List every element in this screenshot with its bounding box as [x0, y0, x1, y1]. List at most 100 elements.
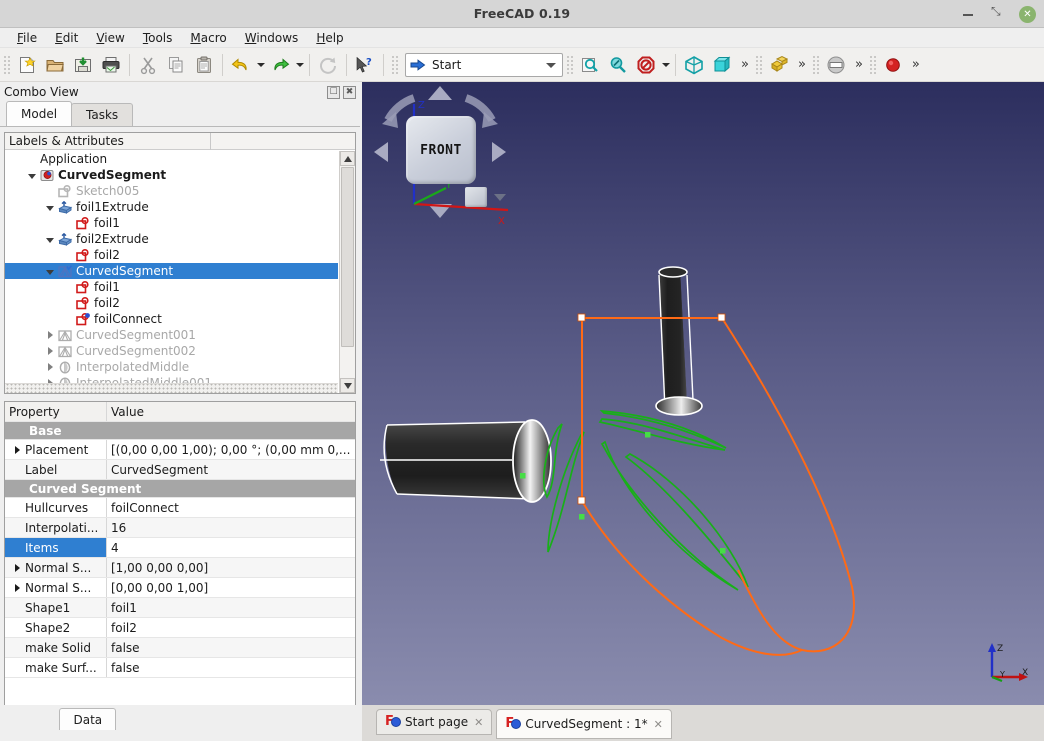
property-expand-icon[interactable] — [9, 563, 25, 572]
property-value-cell[interactable]: false — [107, 658, 355, 677]
property-row[interactable]: Placement [(0,00 0,00 1,00); 0,00 °; (0,0… — [5, 440, 355, 460]
menu-file[interactable]: File — [8, 29, 46, 47]
tree-item-sketch005[interactable]: Sketch005 — [5, 183, 338, 199]
tree-item-application[interactable]: Application — [5, 151, 338, 167]
property-row[interactable]: Items 4 — [5, 538, 355, 558]
undo-icon[interactable] — [228, 52, 254, 78]
tree-item-curvedsegment001[interactable]: CurvedSegment001 — [5, 327, 338, 343]
paste-icon[interactable] — [191, 52, 217, 78]
property-value-cell[interactable]: foil1 — [107, 598, 355, 617]
redo-icon[interactable] — [267, 52, 293, 78]
tree-item-curvedsegment002[interactable]: CurvedSegment002 — [5, 343, 338, 359]
print-icon[interactable] — [98, 52, 124, 78]
toolbar-overflow-icon[interactable]: » — [793, 57, 809, 72]
copy-icon[interactable] — [163, 52, 189, 78]
zoom-box-icon[interactable] — [605, 52, 631, 78]
property-row[interactable]: Hullcurves foilConnect — [5, 498, 355, 518]
property-value-cell[interactable]: CurvedSegment — [107, 460, 355, 479]
tab-data[interactable]: Data — [59, 708, 117, 730]
tree-item-curvedsegment[interactable]: CurvedSegment — [5, 263, 338, 279]
toolbar-overflow-icon[interactable]: » — [907, 57, 923, 72]
expand-collapse-right-icon[interactable] — [43, 328, 57, 342]
toolbar-grip[interactable] — [754, 53, 763, 76]
property-row[interactable]: make Solid false — [5, 638, 355, 658]
property-value-cell[interactable]: 16 — [107, 518, 355, 537]
property-row[interactable]: Label CurvedSegment — [5, 460, 355, 480]
toolbar-overflow-icon[interactable]: » — [850, 57, 866, 72]
tree-item-interpolatedmiddle[interactable]: InterpolatedMiddle — [5, 359, 338, 375]
undock-icon[interactable]: ☐ — [327, 85, 340, 99]
maximize-icon[interactable] — [989, 4, 1007, 23]
redo-dropdown-icon[interactable] — [294, 52, 305, 78]
property-value-cell[interactable]: 4 — [107, 538, 355, 557]
record-macro-icon[interactable] — [880, 52, 906, 78]
close-icon[interactable]: ✕ — [654, 718, 663, 731]
tree-item-foil1[interactable]: foil1 — [5, 215, 338, 231]
front-view-icon[interactable] — [709, 52, 735, 78]
new-document-icon[interactable] — [14, 52, 40, 78]
doc-tab-curvedsegment[interactable]: F CurvedSegment : 1* ✕ — [496, 709, 672, 739]
expand-collapse-right-icon[interactable] — [43, 344, 57, 358]
property-value-cell[interactable]: [(0,00 0,00 1,00); 0,00 °; (0,00 mm 0,..… — [107, 440, 355, 459]
toolbar-overflow-icon[interactable]: » — [736, 57, 752, 72]
chevron-down-icon[interactable] — [546, 62, 556, 68]
tree-resize-grip[interactable] — [5, 383, 338, 393]
menu-macro[interactable]: Macro — [181, 29, 235, 47]
property-value-cell[interactable]: false — [107, 638, 355, 657]
property-row[interactable]: Normal S... [1,00 0,00 0,00] — [5, 558, 355, 578]
menu-windows[interactable]: Windows — [236, 29, 308, 47]
expand-collapse-right-icon[interactable] — [43, 376, 57, 383]
close-icon[interactable] — [1019, 5, 1036, 23]
expand-collapse-down-icon[interactable] — [43, 264, 57, 278]
toolbar-grip[interactable] — [566, 53, 574, 76]
fit-all-icon[interactable] — [577, 52, 603, 78]
scroll-down-icon[interactable] — [340, 378, 355, 393]
tree-item-foil2[interactable]: foil2 — [5, 247, 338, 263]
menu-view[interactable]: View — [87, 29, 133, 47]
minimize-icon[interactable] — [959, 5, 977, 23]
close-icon[interactable]: ✕ — [474, 716, 483, 729]
save-document-icon[interactable] — [70, 52, 96, 78]
refresh-icon[interactable] — [315, 52, 341, 78]
toolbar-grip[interactable] — [811, 53, 820, 76]
menu-help[interactable]: Help — [307, 29, 352, 47]
toolbar-grip[interactable] — [391, 53, 399, 76]
toolbar-grip[interactable] — [868, 53, 877, 76]
property-row[interactable]: Shape2 foil2 — [5, 618, 355, 638]
undo-dropdown-icon[interactable] — [255, 52, 266, 78]
property-row[interactable]: Interpolati... 16 — [5, 518, 355, 538]
property-value-cell[interactable]: foil2 — [107, 618, 355, 637]
scroll-up-icon[interactable] — [340, 151, 355, 166]
property-row[interactable]: make Surf... false — [5, 658, 355, 678]
tree-item-curvedsegment[interactable]: CurvedSegment — [5, 167, 338, 183]
property-row[interactable]: Shape1 foil1 — [5, 598, 355, 618]
expand-collapse-down-icon[interactable] — [25, 168, 39, 182]
property-expand-icon[interactable] — [9, 583, 25, 592]
sphere-icon[interactable] — [823, 52, 849, 78]
tree-item-foil2extrude[interactable]: foil2Extrude — [5, 231, 338, 247]
expand-collapse-right-icon[interactable] — [43, 360, 57, 374]
whats-this-icon[interactable]: ? — [352, 52, 378, 78]
part-primitives-icon[interactable] — [766, 52, 792, 78]
workbench-selector[interactable]: Start — [405, 52, 563, 77]
3d-viewport[interactable]: Z X Y FRONT Z X Y — [362, 82, 1044, 705]
tree-item-foil1extrude[interactable]: foil1Extrude — [5, 199, 338, 215]
tab-model[interactable]: Model — [6, 101, 73, 126]
doc-tab-start-page[interactable]: F Start page ✕ — [376, 709, 493, 735]
property-value-cell[interactable]: [1,00 0,00 0,00] — [107, 558, 355, 577]
isometric-view-icon[interactable] — [681, 52, 707, 78]
tree-item-foil1[interactable]: foil1 — [5, 279, 338, 295]
expand-collapse-down-icon[interactable] — [43, 200, 57, 214]
property-row[interactable]: Normal S... [0,00 0,00 1,00] — [5, 578, 355, 598]
property-expand-icon[interactable] — [9, 445, 25, 454]
property-value-cell[interactable]: [0,00 0,00 1,00] — [107, 578, 355, 597]
menu-tools[interactable]: Tools — [134, 29, 182, 47]
tree-item-foil2[interactable]: foil2 — [5, 295, 338, 311]
draw-style-icon[interactable] — [633, 52, 659, 78]
tab-tasks[interactable]: Tasks — [71, 103, 134, 126]
close-icon[interactable]: ✖ — [343, 85, 356, 99]
menu-edit[interactable]: Edit — [46, 29, 87, 47]
cut-icon[interactable] — [135, 52, 161, 78]
property-value-cell[interactable]: foilConnect — [107, 498, 355, 517]
tree-vertical-scrollbar[interactable] — [339, 151, 355, 393]
